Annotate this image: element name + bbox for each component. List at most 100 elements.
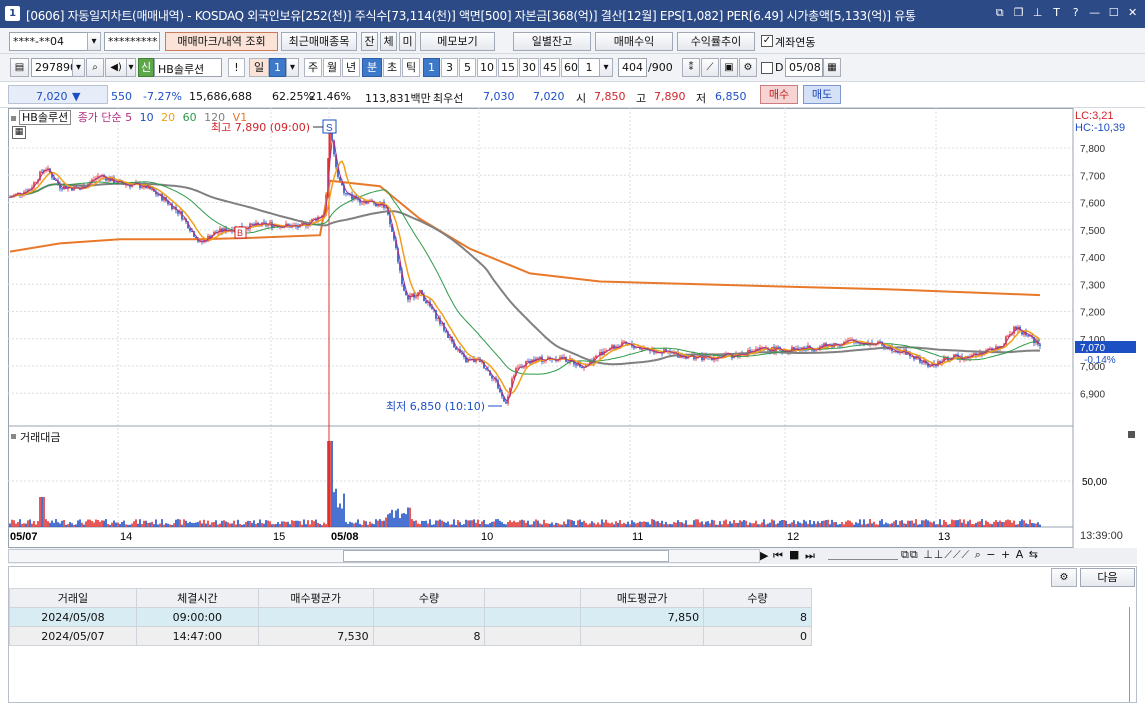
zoom-slider[interactable] — [828, 551, 898, 560]
table-cell: 8 — [372, 626, 486, 646]
sound-icon[interactable]: ◀) — [105, 58, 127, 77]
next-button[interactable]: 다음 — [1080, 568, 1135, 587]
tab-unexecuted[interactable]: 미 — [399, 32, 416, 51]
settings-gear-icon[interactable]: ⚙ — [739, 58, 757, 77]
interval-15-button[interactable]: 15 — [498, 58, 518, 77]
period-second-tab[interactable]: 초 — [383, 58, 401, 77]
data-count-input[interactable]: 404 — [618, 58, 647, 77]
d-checkbox[interactable] — [761, 62, 773, 74]
period-tick-tab[interactable]: 틱 — [402, 58, 420, 77]
grid-toggle-icon[interactable]: ▦ — [12, 126, 26, 139]
forward-icon[interactable]: ⏭ — [805, 549, 815, 563]
volume-bar — [839, 524, 841, 527]
scroll-right-icon[interactable]: ▶ — [760, 549, 768, 562]
panel-settings-icon[interactable]: ⚙ — [1051, 568, 1077, 587]
save-icon[interactable]: ▣ — [720, 58, 738, 77]
period-dropdown-icon[interactable]: ▾ — [286, 58, 299, 77]
interval-10-button[interactable]: 10 — [477, 58, 497, 77]
help-icon[interactable]: ? — [1069, 6, 1082, 20]
stock-name-field[interactable]: HB솔루션 — [154, 58, 222, 77]
volume-bar — [613, 524, 615, 527]
code-dropdown-icon[interactable]: ▾ — [72, 58, 85, 77]
memo-button[interactable]: 메모보기 — [420, 32, 495, 51]
draw-tool-icon[interactable]: ⟋ — [701, 58, 719, 77]
copy-icon[interactable]: ❐ — [1012, 6, 1025, 20]
interval-select[interactable]: 1 — [578, 58, 600, 77]
chart-scrollbar-thumb[interactable] — [343, 550, 669, 562]
volume-bar — [513, 520, 515, 527]
calendar-icon[interactable]: ▦ — [823, 58, 841, 77]
drawing-tools-icon[interactable]: ⧉⧉ ⊥⊥⟋⟋⟋ ⌕ − + A ⇆ — [901, 548, 1039, 562]
alert-button[interactable]: ! — [228, 58, 245, 77]
legend-stock-name[interactable]: HB솔루션 — [19, 110, 72, 125]
daily-balance-button[interactable]: 일별잔고 — [513, 32, 591, 51]
legend-ma120: 120 — [204, 111, 226, 124]
x-axis-label: 15 — [273, 531, 285, 543]
panel-scrollbar[interactable] — [1129, 607, 1133, 702]
interval-dropdown-icon[interactable]: ▾ — [599, 58, 613, 77]
indicator-icon[interactable]: ⁑ — [682, 58, 700, 77]
volume-bar — [923, 520, 925, 527]
period-month-tab[interactable]: 월 — [323, 58, 341, 77]
volume-bar — [697, 519, 699, 527]
date-input[interactable]: 05/08 — [785, 58, 823, 77]
chart-panel[interactable]: 7,800 7,700 7,600 7,500 7,400 7,300 7,200 7,100… — [8, 108, 1137, 548]
link-icon[interactable]: ⧉ — [993, 6, 1006, 20]
volume-bar — [189, 521, 191, 527]
period-day-count[interactable]: 1 — [269, 58, 286, 77]
account-input[interactable]: ****-**04 — [9, 32, 88, 51]
period-day-tab[interactable]: 일 — [249, 58, 269, 77]
tab-executed[interactable]: 체 — [380, 32, 397, 51]
volume-bar — [143, 520, 145, 527]
stop-icon[interactable]: ■ — [789, 548, 799, 561]
candle — [517, 367, 519, 369]
rewind-icon[interactable]: ⏮ — [773, 549, 783, 563]
table-row[interactable]: 2024/05/08 09:00:00 7,850 8 — [9, 607, 812, 627]
minimize-icon[interactable]: — — [1088, 6, 1101, 20]
interval-3-button[interactable]: 3 — [441, 58, 458, 77]
volume-bar — [253, 520, 255, 527]
search-icon[interactable]: ⌕ — [86, 58, 104, 77]
volume-bar — [417, 523, 419, 527]
buy-marker: B — [237, 228, 243, 238]
volume-bar — [893, 521, 895, 527]
recent-trades-button[interactable]: 최근매매종목 — [281, 32, 357, 51]
period-year-tab[interactable]: 년 — [342, 58, 360, 77]
interval-45-button[interactable]: 45 — [540, 58, 560, 77]
volume-bar — [405, 514, 407, 527]
table-row[interactable]: 2024/05/07 14:47:00 7,530 8 0 — [9, 626, 812, 646]
interval-1-button[interactable]: 1 — [423, 58, 440, 77]
stock-code-input[interactable]: 297890 — [31, 58, 73, 77]
pin-icon[interactable]: ⊥ — [1031, 6, 1044, 20]
interval-30-button[interactable]: 30 — [519, 58, 539, 77]
password-input[interactable]: ********* — [104, 32, 160, 51]
font-icon[interactable]: T — [1050, 6, 1063, 20]
tab-balance[interactable]: 잔 — [361, 32, 378, 51]
return-trend-button[interactable]: 수익률추이 — [677, 32, 755, 51]
volume-bar — [133, 521, 135, 527]
sound-dropdown-icon[interactable]: ▾ — [126, 58, 136, 77]
volume-bar — [177, 519, 179, 527]
interval-5-button[interactable]: 5 — [459, 58, 476, 77]
legend-ma5: 5 — [125, 111, 133, 124]
price-chart[interactable]: 7,8007,7007,6007,5007,4007,3007,2007,100… — [8, 108, 1137, 548]
period-minute-tab[interactable]: 분 — [362, 58, 382, 77]
volume-bar — [1029, 519, 1031, 527]
period-week-tab[interactable]: 주 — [304, 58, 322, 77]
layout-icon[interactable]: ▤ — [10, 58, 29, 77]
buy-button[interactable]: 매수 — [760, 85, 798, 104]
volume-bar — [1037, 522, 1039, 527]
trade-mark-query-button[interactable]: 매매마크/내역 조회 — [165, 32, 278, 51]
volume-bar — [139, 519, 141, 527]
maximize-icon[interactable]: ☐ — [1107, 6, 1120, 20]
close-icon[interactable]: ✕ — [1126, 6, 1139, 20]
trade-profit-button[interactable]: 매매수익 — [595, 32, 673, 51]
account-link-checkbox[interactable]: ✓ — [761, 35, 773, 47]
volume-bar — [211, 522, 213, 527]
account-dropdown-icon[interactable]: ▾ — [87, 32, 101, 51]
table-cell: 2024/05/07 — [9, 626, 137, 646]
volume-bar — [841, 522, 843, 527]
sell-button[interactable]: 매도 — [803, 85, 841, 104]
volume-bar — [541, 524, 543, 527]
volume-bar — [173, 523, 175, 527]
